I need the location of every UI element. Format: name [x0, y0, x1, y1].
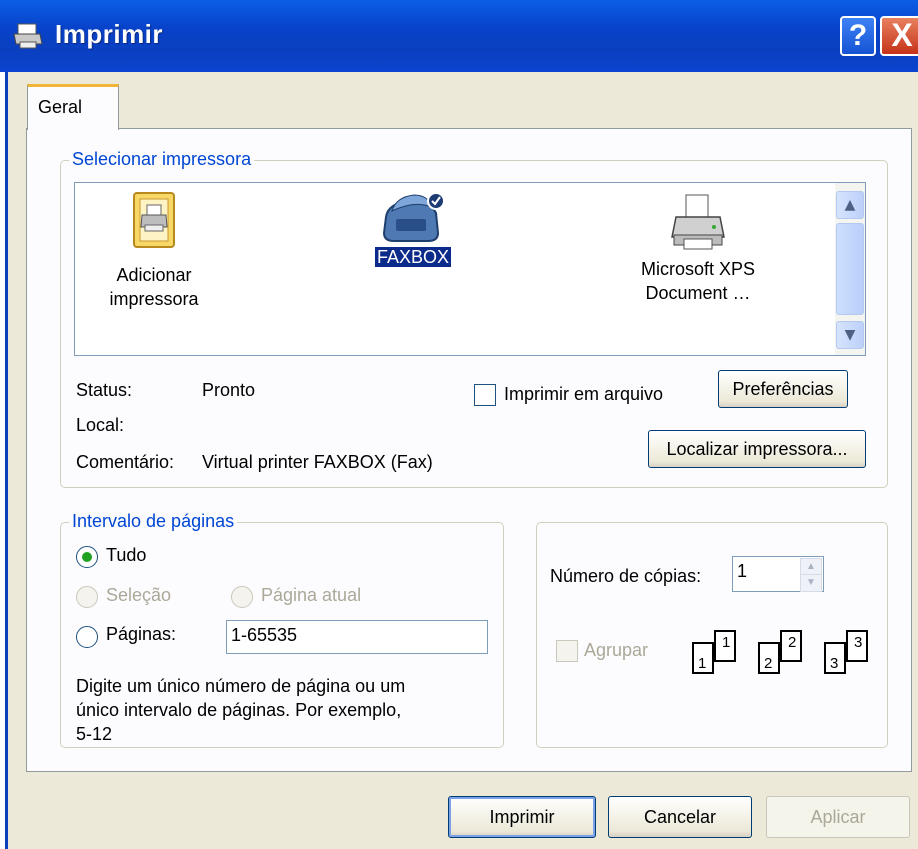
comment-value: Virtual printer FAXBOX (Fax)	[202, 452, 433, 472]
page-range-legend: Intervalo de páginas	[69, 511, 238, 532]
printer-label: FAXBOX	[374, 247, 452, 267]
collate-page: 3	[846, 630, 868, 662]
add-printer-icon	[131, 191, 177, 249]
status-label: Status:	[76, 380, 133, 400]
select-printer-legend: Selecionar impressora	[69, 149, 255, 170]
collate-checkbox[interactable]	[556, 640, 578, 662]
printer-label: Document …	[645, 283, 751, 303]
all-pages-radio[interactable]	[76, 546, 98, 568]
spin-down-icon[interactable]: ▼	[800, 574, 822, 592]
collate-page: 3	[824, 642, 846, 674]
printer-item-xps[interactable]: Microsoft XPS Document …	[623, 191, 773, 305]
copies-label: Número de cópias:	[550, 566, 702, 586]
location-label: Local:	[76, 415, 125, 435]
pages-input[interactable]: 1-65535	[226, 620, 488, 654]
print-dialog: Imprimir ? X Geral Selecionar impressora…	[0, 0, 918, 849]
collate-label[interactable]: Agrupar	[584, 640, 648, 661]
page-range-hint: Digite um único número de página ou um	[76, 676, 406, 696]
printer-title-icon	[12, 22, 44, 50]
print-button[interactable]: Imprimir	[448, 796, 596, 838]
current-page-radio[interactable]	[231, 586, 253, 608]
printer-item-add[interactable]: Adicionar impressora	[89, 191, 219, 311]
selection-radio[interactable]	[76, 586, 98, 608]
apply-button[interactable]: Aplicar	[766, 796, 910, 838]
preferences-button[interactable]: Preferências	[718, 370, 848, 408]
status-value: Pronto	[202, 380, 256, 400]
find-printer-button[interactable]: Localizar impressora...	[648, 430, 866, 468]
printer-icon	[668, 191, 728, 253]
printer-item-faxbox[interactable]: FAXBOX	[343, 189, 483, 269]
printer-label: Adicionar	[116, 265, 192, 285]
window-title: Imprimir	[55, 19, 164, 49]
copies-input[interactable]: 1 ▲ ▼	[732, 556, 824, 592]
collate-page: 2	[758, 642, 780, 674]
pages-label[interactable]: Páginas:	[106, 624, 176, 645]
collate-illustration: 1 1 2 2 3 3	[692, 624, 888, 680]
printer-list-scrollbar[interactable]: ▲ ▼	[835, 183, 865, 355]
tab-geral[interactable]: Geral	[27, 84, 119, 130]
close-button[interactable]: X	[880, 16, 918, 56]
chevron-up-icon: ▲	[844, 197, 856, 213]
printer-label: Microsoft XPS	[640, 259, 756, 279]
copies-value: 1	[737, 561, 748, 581]
current-page-label[interactable]: Página atual	[261, 585, 361, 606]
pages-radio[interactable]	[76, 626, 98, 648]
radio-selected-dot	[82, 552, 92, 562]
printer-label: impressora	[109, 289, 199, 309]
scroll-thumb[interactable]	[836, 223, 864, 315]
print-to-file-checkbox[interactable]	[474, 384, 496, 406]
print-to-file-label[interactable]: Imprimir em arquivo	[504, 384, 663, 405]
selection-label[interactable]: Seleção	[106, 585, 171, 606]
printer-list[interactable]: Adicionar impressora FAXBOX Microsoft XP…	[74, 182, 866, 356]
scroll-down-button[interactable]: ▼	[836, 321, 864, 349]
collate-page: 1	[714, 630, 736, 662]
page-range-hint: único intervalo de páginas. Por exemplo,	[76, 700, 402, 720]
collate-page: 2	[780, 630, 802, 662]
title-bar[interactable]: Imprimir ? X	[0, 0, 918, 72]
comment-label: Comentário:	[76, 452, 175, 472]
chevron-down-icon: ▼	[844, 327, 856, 343]
collate-page: 1	[692, 642, 714, 674]
help-button[interactable]: ?	[840, 16, 876, 56]
fax-icon	[380, 189, 446, 247]
cancel-button[interactable]: Cancelar	[608, 796, 752, 838]
scroll-up-button[interactable]: ▲	[836, 191, 864, 219]
page-range-hint: 5-12	[76, 724, 113, 744]
all-pages-label[interactable]: Tudo	[106, 545, 146, 566]
